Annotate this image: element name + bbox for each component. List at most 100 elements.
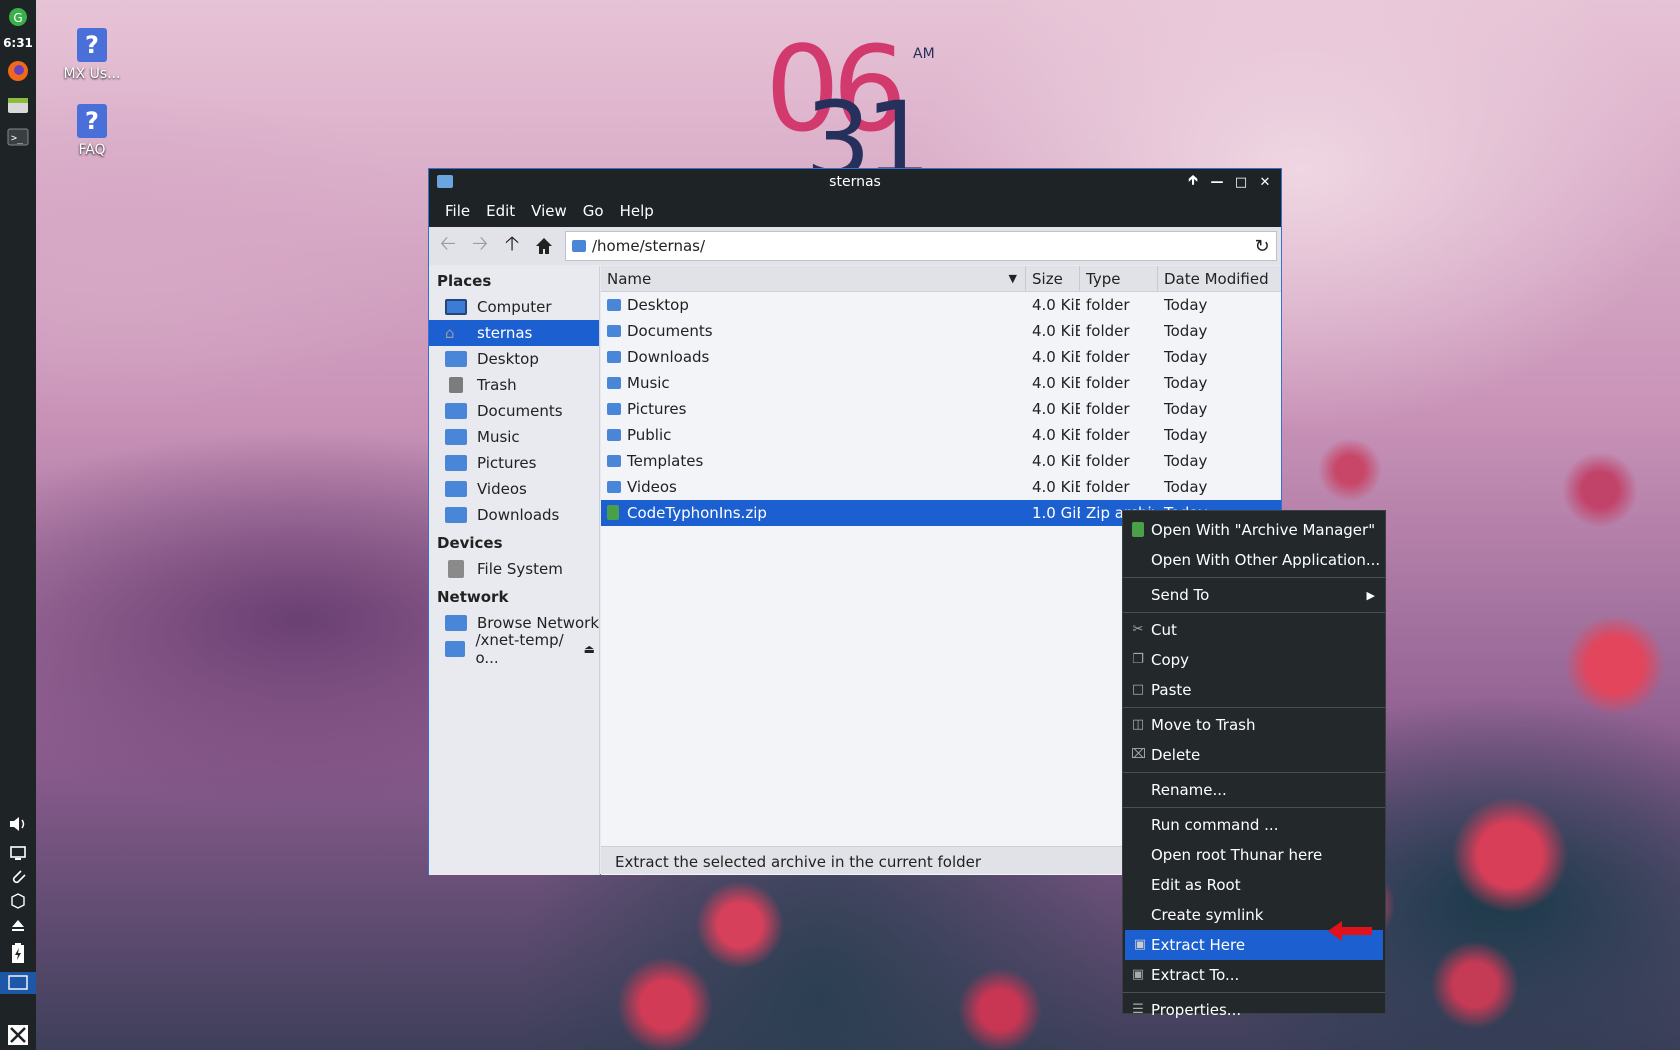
help-icon: ? [77,28,107,62]
file-date: Today [1164,348,1208,366]
left-panel: G 6:31 >_ [0,0,36,1050]
maximize-icon[interactable]: □ [1231,172,1251,192]
table-row[interactable]: Documents 4.0 KiB folder Today [601,318,1281,344]
menu-item-delete[interactable]: ⌧ Delete [1123,740,1385,770]
sidebar-item-videos[interactable]: Videos [429,476,599,502]
table-row[interactable]: Downloads 4.0 KiB folder Today [601,344,1281,370]
file-date: Today [1164,452,1208,470]
file-name: Templates [627,452,704,470]
up-arrow-icon[interactable]: 🡡 [497,231,527,261]
file-type: folder [1086,374,1130,392]
panel-clock[interactable]: 6:31 [0,36,36,50]
eject-icon[interactable]: ⏏ [584,642,595,656]
table-row[interactable]: Music 4.0 KiB folder Today [601,370,1281,396]
sidebar-item-desktop[interactable]: Desktop [429,346,599,372]
drive-icon [448,560,464,578]
network-header: Network [437,588,509,606]
table-row[interactable]: Pictures 4.0 KiB folder Today [601,396,1281,422]
menu-item-open-archive-manager[interactable]: Open With "Archive Manager" [1123,515,1385,545]
forward-arrow-icon[interactable]: 🡢 [465,231,495,261]
reload-icon[interactable]: ↻ [1248,236,1276,257]
menu-separator [1123,772,1385,773]
toolbar: 🡠 🡢 🡡 /home/sternas/ ↻ [429,227,1281,265]
file-manager-icon[interactable] [5,92,31,118]
menu-item-open-other-app[interactable]: Open With Other Application... [1123,545,1385,575]
menu-item-copy[interactable]: ❐ Copy [1123,645,1385,675]
trash-icon: ◫ [1131,717,1145,732]
folder-icon [572,240,586,252]
display-icon[interactable] [5,840,31,866]
table-row[interactable]: Videos 4.0 KiB folder Today [601,474,1281,500]
remote-folder-icon [445,641,466,657]
menu-item-paste[interactable]: □ Paste [1123,675,1385,705]
location-bar[interactable]: /home/sternas/ ↻ [565,231,1277,261]
svg-text:G: G [13,11,22,25]
file-size: 4.0 KiB [1032,478,1080,496]
mx-menu-icon[interactable] [5,1022,31,1048]
menu-item-extract-to[interactable]: ▣ Extract To... [1123,960,1385,990]
menu-item-open-root-thunar[interactable]: Open root Thunar here [1123,840,1385,870]
submenu-arrow-icon: ▶ [1366,588,1375,602]
close-icon[interactable]: ✕ [1255,172,1275,192]
menu-item-run-command[interactable]: Run command ... [1123,810,1385,840]
desktop-icon-faq[interactable]: ? FAQ [52,104,132,158]
volume-icon[interactable] [5,811,31,837]
battery-icon[interactable] [5,940,31,966]
taskbar-window-button[interactable] [0,972,36,994]
folder-icon [607,455,621,467]
menu-help[interactable]: Help [612,202,662,220]
table-row[interactable]: Desktop 4.0 KiB folder Today [601,292,1281,318]
menu-file[interactable]: File [437,202,478,220]
sidebar-item-computer[interactable]: Computer [429,294,599,320]
menu-item-send-to[interactable]: Send To ▶ [1123,580,1385,610]
sidebar-item-pictures[interactable]: Pictures [429,450,599,476]
sidebar-item-xnet-temp[interactable]: /xnet-temp/ o... ⏏ [429,631,599,667]
folder-icon [607,325,621,337]
minimize-icon[interactable]: — [1207,172,1227,192]
file-name: Downloads [627,348,710,366]
menu-item-move-to-trash[interactable]: ◫ Move to Trash [1123,710,1385,740]
menu-item-rename[interactable]: Rename... [1123,775,1385,805]
menu-item-cut[interactable]: ✂ Cut [1123,615,1385,645]
menu-edit[interactable]: Edit [478,202,523,220]
extract-icon: ▣ [1131,967,1145,982]
menu-go[interactable]: Go [575,202,612,220]
location-path: /home/sternas/ [592,237,706,255]
column-size[interactable]: Size [1026,266,1080,291]
desktop-icon-mx-user[interactable]: ? MX Us... [52,28,132,82]
sidebar-item-home[interactable]: ⌂ sternas [429,320,599,346]
clipboard-icon[interactable] [5,864,31,890]
menu-item-label: Create symlink [1151,906,1264,924]
file-size: 4.0 KiB [1032,400,1080,418]
update-notifier-icon[interactable]: G [5,4,31,30]
file-name: Videos [627,478,677,496]
column-name[interactable]: Name ▼ [601,266,1026,291]
title-bar[interactable]: sternas 🡱 — □ ✕ [429,169,1281,195]
menu-item-label: Move to Trash [1151,716,1256,734]
sidebar-item-music[interactable]: Music [429,424,599,450]
back-arrow-icon[interactable]: 🡠 [433,231,463,261]
sidebar-item-label: Computer [477,298,552,316]
eject-icon[interactable] [5,912,31,938]
keep-above-icon[interactable]: 🡱 [1183,172,1203,192]
column-date-modified[interactable]: Date Modified [1158,266,1281,291]
table-row[interactable]: Templates 4.0 KiB folder Today [601,448,1281,474]
sidebar-item-documents[interactable]: Documents [429,398,599,424]
file-date: Today [1164,296,1208,314]
sidebar-item-downloads[interactable]: Downloads [429,502,599,528]
computer-icon [445,299,467,315]
pictures-folder-icon [445,455,467,471]
column-type[interactable]: Type [1080,266,1158,291]
menu-item-properties[interactable]: ☰ Properties... [1123,995,1385,1025]
menu-item-edit-as-root[interactable]: Edit as Root [1123,870,1385,900]
clock-ampm: AM [913,46,935,62]
home-icon[interactable] [529,231,559,261]
sidebar-item-trash[interactable]: Trash [429,372,599,398]
sidebar-item-label: Music [477,428,520,446]
sidebar-item-file-system[interactable]: File System [429,556,599,582]
terminal-icon[interactable]: >_ [5,124,31,150]
package-icon[interactable] [5,888,31,914]
table-row[interactable]: Public 4.0 KiB folder Today [601,422,1281,448]
menu-view[interactable]: View [523,202,575,220]
firefox-icon[interactable] [5,58,31,84]
